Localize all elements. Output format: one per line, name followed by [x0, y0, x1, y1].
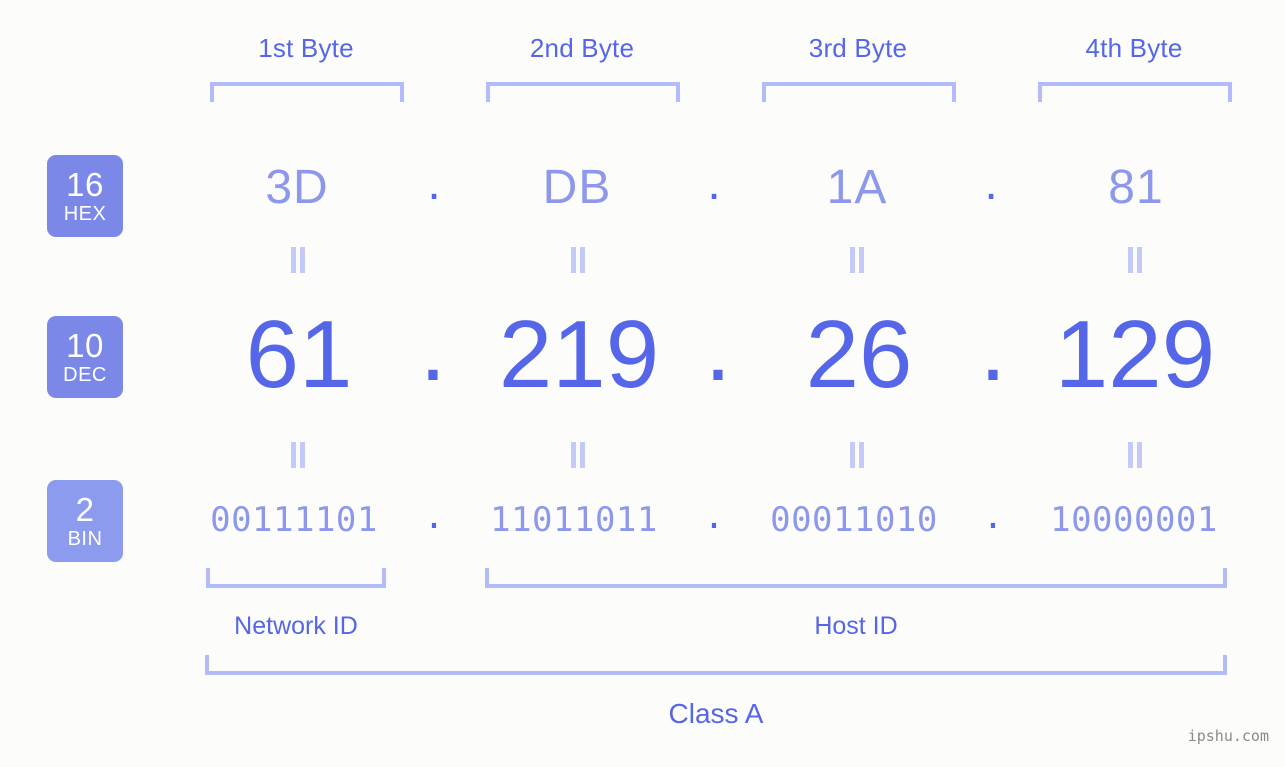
bin-separator-3: .: [982, 497, 1004, 537]
hex-byte-4: 81: [1108, 161, 1164, 214]
dec-byte-1: 61: [245, 301, 353, 408]
bin-byte-4: 10000001: [1050, 500, 1218, 540]
ip-class-label: Class A: [668, 698, 764, 729]
byte-header-2: 2nd Byte: [529, 33, 635, 63]
byte-bracket-3: [762, 82, 956, 102]
base-badge-bin-abbr: BIN: [67, 528, 103, 550]
hex-byte-3: 1A: [826, 161, 888, 214]
dec-byte-2: 219: [498, 301, 660, 408]
byte-bracket-4: [1038, 82, 1232, 102]
host-id-bracket: [485, 568, 1227, 588]
base-badge-hex-number: 16: [66, 166, 104, 203]
bin-byte-3: 00011010: [770, 500, 938, 540]
bin-separator-2: .: [703, 497, 725, 537]
byte-header-1: 1st Byte: [258, 33, 354, 63]
equals-marker-dec-bin-2: [569, 442, 587, 468]
byte-header-4: 4th Byte: [1085, 33, 1183, 63]
network-id-label: Network ID: [234, 612, 358, 640]
host-id-label: Host ID: [814, 612, 898, 640]
base-badge-hex: 16 HEX: [47, 155, 123, 237]
hex-byte-2: DB: [542, 161, 612, 214]
ip-address-breakdown-diagram: 1st Byte 2nd Byte 3rd Byte 4th Byte 16 H…: [0, 0, 1285, 767]
equals-marker-dec-bin-3: [848, 442, 866, 468]
dec-separator-1: .: [419, 294, 447, 401]
dec-separator-3: .: [979, 294, 1007, 401]
hex-byte-1: 3D: [265, 161, 329, 214]
equals-marker-hex-dec-4: [1126, 247, 1144, 273]
hex-separator-1: .: [427, 157, 441, 210]
base-badge-dec-number: 10: [66, 327, 104, 364]
base-badge-dec: 10 DEC: [47, 316, 123, 398]
dec-byte-4: 129: [1054, 301, 1216, 408]
dec-separator-2: .: [704, 294, 732, 401]
bin-separator-1: .: [423, 497, 445, 537]
equals-marker-hex-dec-1: [289, 247, 307, 273]
site-watermark: ipshu.com: [1187, 727, 1269, 745]
equals-marker-hex-dec-2: [569, 247, 587, 273]
base-badge-dec-abbr: DEC: [63, 364, 107, 386]
ip-class-bracket: [205, 655, 1227, 675]
equals-marker-hex-dec-3: [848, 247, 866, 273]
byte-bracket-2: [486, 82, 680, 102]
hex-separator-2: .: [707, 157, 721, 210]
base-badge-hex-abbr: HEX: [63, 203, 107, 225]
bin-byte-2: 11011011: [490, 500, 658, 540]
byte-bracket-1: [210, 82, 404, 102]
byte-header-3: 3rd Byte: [808, 33, 908, 63]
hex-separator-3: .: [984, 157, 998, 210]
dec-byte-3: 26: [805, 301, 913, 408]
bin-byte-1: 00111101: [210, 500, 378, 540]
base-badge-bin-number: 2: [75, 491, 95, 528]
equals-marker-dec-bin-4: [1126, 442, 1144, 468]
base-badge-bin: 2 BIN: [47, 480, 123, 562]
equals-marker-dec-bin-1: [289, 442, 307, 468]
network-id-bracket: [206, 568, 386, 588]
